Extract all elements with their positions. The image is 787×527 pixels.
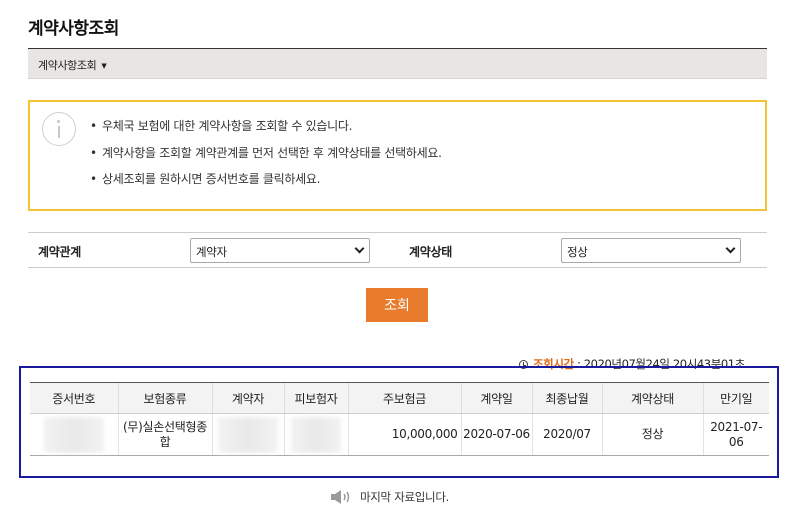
- cell-insurance-type: (무)실손선택형종 합: [117, 413, 212, 456]
- header-last-paid: 최종납월: [531, 382, 602, 414]
- cell-insured: [283, 413, 348, 456]
- notice-item: • 계약사항을 조회할 계약관계를 먼저 선택한 후 계약상태를 선택하세요.: [90, 145, 442, 160]
- cell-maturity: 2021-07-06: [702, 413, 769, 456]
- breadcrumb-menu[interactable]: 계약사항조회 ▼: [38, 57, 107, 73]
- notice-list: • 우체국 보험에 대한 계약사항을 조회할 수 있습니다. • 계약사항을 조회할…: [90, 117, 442, 197]
- breadcrumb-bar: 계약사항조회 ▼: [28, 49, 767, 79]
- info-circle-icon: [42, 112, 76, 146]
- relation-label: 계약관계: [38, 245, 81, 259]
- chevron-down-icon: [725, 243, 736, 254]
- redacted-insured: [291, 416, 341, 453]
- notice-box: • 우체국 보험에 대한 계약사항을 조회할 수 있습니다. • 계약사항을 조회할…: [28, 100, 767, 211]
- cell-status: 정상: [601, 413, 703, 456]
- header-status: 계약상태: [601, 382, 703, 414]
- relation-select-value: 계약자: [196, 245, 227, 259]
- chevron-down-icon: [354, 243, 365, 254]
- breadcrumb-label: 계약사항조회: [38, 59, 97, 72]
- results-table: 증서번호 보험종류 계약자 피보험자 주보험금 계약일 최종납월 계약상태 만기…: [30, 382, 769, 456]
- header-main-amount: 주보험금: [347, 382, 461, 414]
- results-frame: 증서번호 보험종류 계약자 피보험자 주보험금 계약일 최종납월 계약상태 만기…: [19, 366, 779, 478]
- table-row: (무)실손선택형종 합 10,000,000 2020-07-06 2020/07…: [30, 413, 769, 456]
- notice-item: • 상세조회를 원하시면 증서번호를 클릭하세요.: [90, 172, 321, 186]
- speaker-icon: [331, 489, 350, 504]
- table-header-row: 증서번호 보험종류 계약자 피보험자 주보험금 계약일 최종납월 계약상태 만기…: [30, 382, 769, 414]
- search-button[interactable]: 조회: [366, 288, 428, 322]
- cell-contractor: [211, 413, 284, 456]
- notice-item: • 우체국 보험에 대한 계약사항을 조회할 수 있습니다.: [90, 119, 353, 133]
- relation-select[interactable]: 계약자: [190, 238, 370, 263]
- header-cert-no: 증서번호: [30, 382, 118, 414]
- caret-down-icon: ▼: [101, 62, 107, 70]
- cell-main-amount: 10,000,000: [347, 413, 461, 456]
- redacted-contractor: [218, 416, 278, 453]
- cell-last-paid: 2020/07: [531, 413, 602, 456]
- header-contract-date: 계약일: [460, 382, 532, 414]
- header-contractor: 계약자: [211, 382, 284, 414]
- cell-cert-no[interactable]: [30, 413, 118, 456]
- cell-contract-date: 2020-07-06: [460, 413, 532, 456]
- redacted-cert-no: [43, 416, 104, 453]
- status-select[interactable]: 정상: [561, 238, 741, 263]
- status-label: 계약상태: [409, 245, 452, 259]
- header-insurance-type: 보험종류: [117, 382, 212, 414]
- end-message: 마지막 자료입니다.: [330, 489, 449, 506]
- header-maturity: 만기일: [702, 382, 769, 414]
- page-title: 계약사항조회: [28, 19, 119, 39]
- header-insured: 피보험자: [283, 382, 348, 414]
- filter-row: 계약관계 계약자 계약상태 정상: [28, 232, 767, 268]
- status-select-value: 정상: [567, 245, 588, 259]
